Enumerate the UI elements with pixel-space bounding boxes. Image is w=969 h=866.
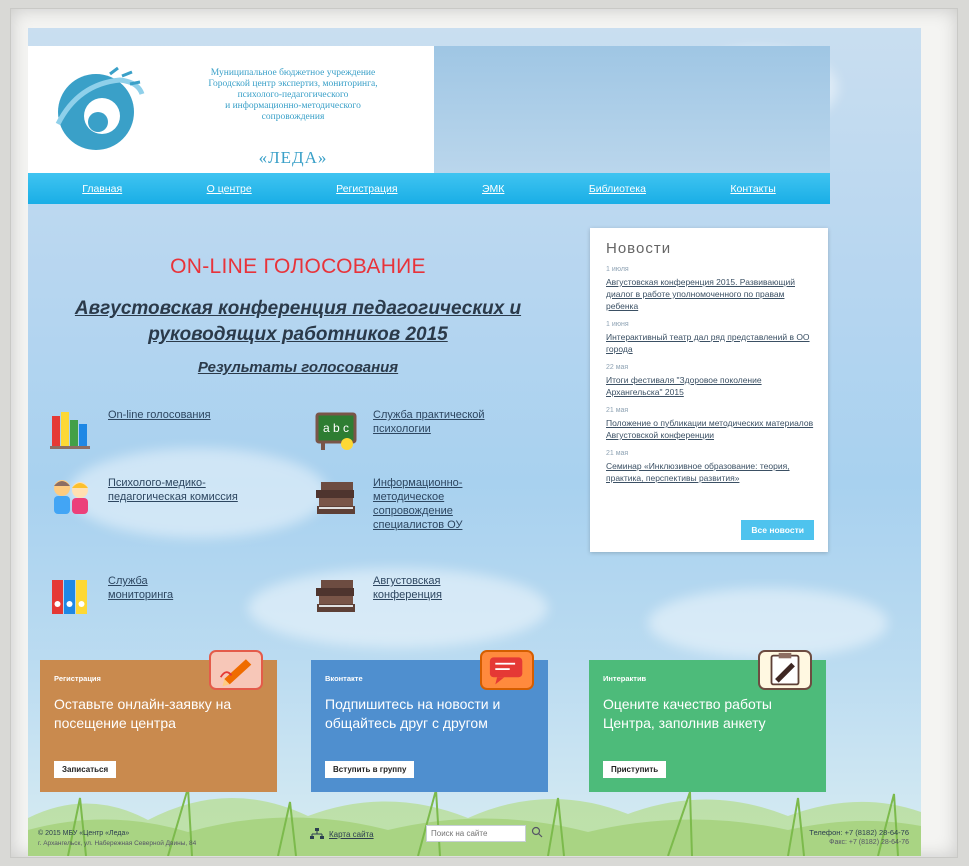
nav-item-home[interactable]: Главная xyxy=(82,183,122,195)
news-date: 22 мая xyxy=(606,364,629,371)
nav-item-contacts[interactable]: Контакты xyxy=(730,183,775,195)
brand-name: «ЛЕДА» xyxy=(258,148,328,167)
service-monitoring[interactable]: Служба мониторинга xyxy=(48,574,288,618)
start-survey-button[interactable]: Приступить xyxy=(603,761,667,778)
news-item: 21 мая Семинар «Инклюзивное образование:… xyxy=(606,450,814,484)
nav-item-emk[interactable]: ЭМК xyxy=(482,183,504,195)
svg-text:a b c: a b c xyxy=(323,421,349,435)
all-news-button[interactable]: Все новости xyxy=(741,520,814,540)
organization-name: Муниципальное бюджетное учреждение Город… xyxy=(158,68,428,123)
copyright-text: © 2015 МБУ «Центр «Леда» xyxy=(38,830,130,837)
nav-item-library[interactable]: Библиотека xyxy=(589,183,646,195)
org-line: Городской центр экспертиз, мониторинга, xyxy=(208,79,378,89)
conference-title-line: руководящих работников 2015 xyxy=(148,324,448,345)
books-icon xyxy=(48,408,94,452)
news-date: 1 июля xyxy=(606,266,629,273)
conference-title-link[interactable]: Августовская конференция педагогических … xyxy=(28,296,568,348)
news-link[interactable]: Августовская конференция 2015. Развивающ… xyxy=(606,276,814,312)
org-line: сопровождения xyxy=(261,112,325,122)
card-text: Оставьте онлайн-заявку на посещение цент… xyxy=(54,696,232,731)
service-label: Служба мониторинга xyxy=(108,575,174,601)
cloud xyxy=(648,588,888,658)
news-link[interactable]: Положение о публикации методических мате… xyxy=(606,417,814,441)
pencil-icon xyxy=(209,650,263,690)
service-online-voting[interactable]: On-line голосования xyxy=(48,408,288,452)
news-item: 1 июля Августовская конференция 2015. Ра… xyxy=(606,266,814,312)
chalkboard-icon: a b c xyxy=(313,408,359,452)
promo-card-registration: Регистрация Оставьте онлайн-заявку на по… xyxy=(40,650,277,792)
promo-card-interactive: Интерактив Оцените качество работы Центр… xyxy=(589,650,826,792)
news-date: 1 июня xyxy=(606,321,629,328)
service-practical-psychology[interactable]: a b c Служба практической психологии xyxy=(313,408,553,452)
news-date: 21 мая xyxy=(606,450,629,457)
clipboard-icon xyxy=(758,650,812,690)
fax-text: Факс: +7 (8182) 28-64-76 xyxy=(829,839,909,846)
card-text: Подпишитесь на новости и общайтесь друг … xyxy=(325,696,501,731)
service-label: Служба практической психологии xyxy=(373,409,485,435)
sitemap-label: Карта сайта xyxy=(329,829,374,839)
promo-card-vkontakte: Вконтакте Подпишитесь на новости и общай… xyxy=(311,650,548,792)
join-group-button[interactable]: Вступить в группу xyxy=(325,761,415,778)
signup-button[interactable]: Записаться xyxy=(54,761,117,778)
address-text: г. Архангельск, ул. Набережная Северной … xyxy=(38,840,197,847)
service-august-conference[interactable]: Августовская конференция xyxy=(313,574,553,618)
book-stack-icon xyxy=(313,574,359,618)
service-label: On-line голосования xyxy=(108,409,211,421)
conference-title-line: Августовская конференция педагогических … xyxy=(74,298,522,319)
chat-icon xyxy=(480,650,534,690)
news-item: 21 мая Положение о публикации методическ… xyxy=(606,407,814,441)
sitemap-icon xyxy=(310,828,324,839)
org-line: психолого-педагогического xyxy=(237,90,349,100)
search-icon[interactable] xyxy=(531,826,543,838)
news-link[interactable]: Семинар «Инклюзивное образование: теория… xyxy=(606,460,814,484)
service-pmpk-commission[interactable]: Психолого-медико-педагогическая комиссия xyxy=(48,476,298,520)
binders-icon xyxy=(48,574,94,618)
org-line: Муниципальное бюджетное учреждение xyxy=(210,68,376,78)
nav-item-registration[interactable]: Регистрация xyxy=(336,183,397,195)
header-banner xyxy=(434,46,830,173)
nav-item-about[interactable]: О центре xyxy=(207,183,252,195)
sitemap-link[interactable]: Карта сайта xyxy=(310,828,374,840)
children-icon xyxy=(48,476,94,520)
news-date: 21 мая xyxy=(606,407,629,414)
main-nav: Главная О центре Регистрация ЭМК Библиот… xyxy=(28,173,830,204)
page: Муниципальное бюджетное учреждение Город… xyxy=(28,28,921,856)
service-label: Психолого-медико-педагогическая комиссия xyxy=(108,477,238,503)
footer: © 2015 МБУ «Центр «Леда» г. Архангельск,… xyxy=(28,822,921,856)
news-link[interactable]: Итоги фестиваля "Здоровое поколение Арха… xyxy=(606,374,814,398)
news-link[interactable]: Интерактивный театр дал ряд представлени… xyxy=(606,331,814,355)
header-logo-panel: Муниципальное бюджетное учреждение Город… xyxy=(28,46,434,173)
card-text: Оцените качество работы Центра, заполнив… xyxy=(603,696,772,731)
news-item: 1 июня Интерактивный театр дал ряд предс… xyxy=(606,321,814,355)
phone-text: Телефон: +7 (8182) 28-64-76 xyxy=(809,828,909,837)
news-title: Новости xyxy=(606,240,672,257)
voting-headline: ON-LINE ГОЛОСОВАНИЕ xyxy=(170,255,426,278)
news-panel: Новости 1 июля Августовская конференция … xyxy=(590,228,828,552)
book-stack-icon xyxy=(313,476,359,520)
leda-logo-icon[interactable] xyxy=(48,64,148,156)
news-item: 22 мая Итоги фестиваля "Здоровое поколен… xyxy=(606,364,814,398)
org-line: и информационно-методического xyxy=(225,101,361,111)
voting-results-link[interactable]: Результаты голосования xyxy=(28,359,568,376)
service-methodical-support[interactable]: Информационно-методическое сопровождение… xyxy=(313,476,553,532)
service-label: Августовская конференция xyxy=(373,575,443,601)
service-label: Информационно-методическое сопровождение… xyxy=(373,477,463,531)
site-search-input[interactable] xyxy=(426,825,526,842)
